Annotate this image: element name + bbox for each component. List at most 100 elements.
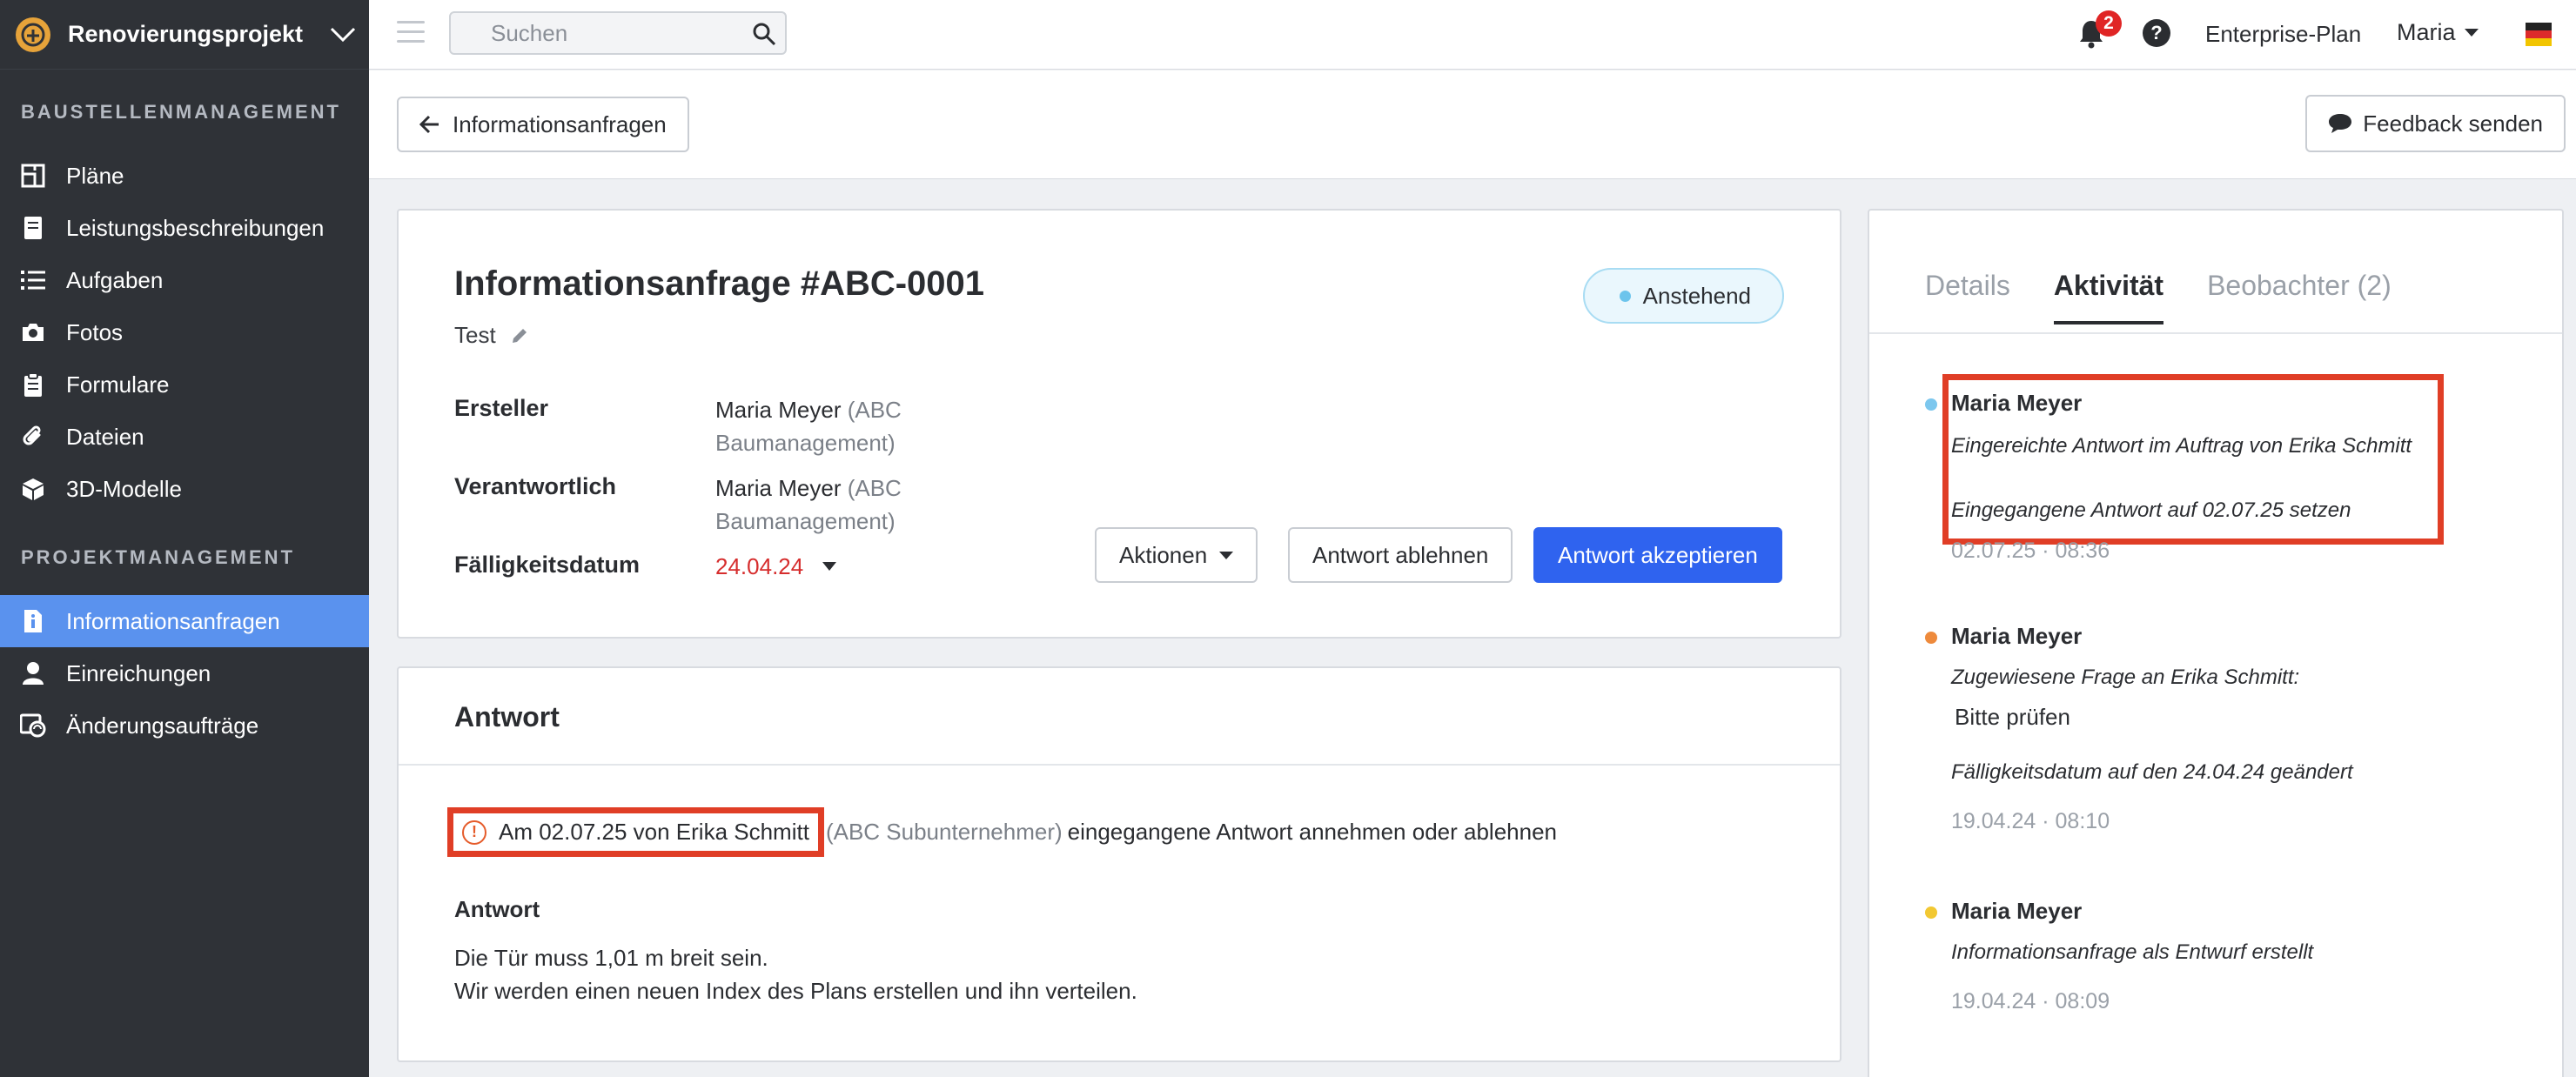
activity-question: Bitte prüfen (1955, 704, 2070, 730)
activity-panel: Details Aktivität Beobachter (2) Maria M… (1868, 209, 2564, 1077)
creator-value: Maria Meyer (ABC Baumanagement) (715, 393, 976, 459)
activity-dot-icon (1925, 632, 1937, 644)
sidebar-item-tasks[interactable]: Aufgaben (0, 254, 369, 306)
responsible-org-continued: Baumanagement) (715, 508, 896, 534)
activity-item: Maria Meyer Informationsanfrage als Entw… (1925, 898, 2491, 1014)
feedback-button-label: Feedback senden (2363, 110, 2543, 137)
search-input[interactable] (491, 19, 735, 47)
activity-time: 19.04.24 · 08:10 (1951, 809, 2110, 833)
search-box[interactable] (449, 11, 787, 55)
answer-label: Antwort (454, 896, 540, 922)
notice-highlight-text: Am 02.07.25 von Erika Schmitt (499, 819, 809, 845)
caret-down-icon (2464, 29, 2479, 37)
tab-details[interactable]: Details (1925, 270, 2010, 324)
chevron-down-icon[interactable] (317, 27, 369, 43)
sidebar-item-submittals[interactable]: Einreichungen (0, 647, 369, 699)
activity-item: Maria Meyer Zugewiesene Frage an Erika S… (1925, 623, 2491, 834)
project-switcher[interactable]: Renovierungsprojekt (0, 0, 369, 70)
activity-author: Maria Meyer (1951, 898, 2083, 924)
rfi-details-card: Informationsanfrage #ABC-0001 Test Anste… (397, 209, 1841, 639)
reject-answer-button[interactable]: Antwort ablehnen (1288, 527, 1513, 583)
due-date-label: Fälligkeitsdatum (454, 552, 641, 578)
sidebar: Renovierungsprojekt BAUSTELLENMANAGEMENT… (0, 0, 369, 1077)
answer-line: Wir werden einen neuen Index des Plans e… (454, 978, 1137, 1004)
project-management-nav: Informationsanfragen Einreichungen Änder… (0, 595, 369, 752)
creator-org-continued: Baumanagement) (715, 430, 896, 456)
user-icon (19, 659, 47, 687)
creator-name: Maria Meyer (715, 397, 842, 423)
page-title: Informationsanfrage #ABC-0001 (454, 264, 985, 303)
tab-activity[interactable]: Aktivität (2053, 270, 2164, 324)
sidebar-item-change-orders[interactable]: Änderungsaufträge (0, 699, 369, 752)
sidebar-item-photos[interactable]: Fotos (0, 306, 369, 358)
accept-answer-button[interactable]: Antwort akzeptieren (1533, 527, 1782, 583)
activity-text: Fälligkeitsdatum auf den 24.04.24 geände… (1951, 760, 2353, 784)
sidebar-item-files[interactable]: Dateien (0, 411, 369, 463)
site-management-nav: Pläne Leistungsbeschreibungen Aufgaben F… (0, 150, 369, 515)
change-order-icon (19, 712, 47, 739)
responsible-name: Maria Meyer (715, 475, 842, 501)
activity-time: 02.07.25 · 08:36 (1951, 538, 2110, 563)
due-date-value: 24.04.24 (715, 553, 804, 579)
status-dot-icon (1619, 290, 1631, 302)
cube-icon (19, 475, 47, 503)
sidebar-item-3d-models[interactable]: 3D-Modelle (0, 463, 369, 515)
sidebar-item-specifications[interactable]: Leistungsbeschreibungen (0, 202, 369, 254)
caret-down-icon (1219, 551, 1234, 559)
sidebar-item-label: 3D-Modelle (66, 475, 182, 502)
sidebar-item-label: Aufgaben (66, 266, 164, 293)
answer-text: Die Tür muss 1,01 m breit sein. Wir werd… (454, 941, 1137, 1007)
notice-rest: eingegangene Antwort annehmen oder ableh… (1067, 819, 1557, 845)
answer-notice: ! Am 02.07.25 von Erika Schmitt (ABC Sub… (447, 807, 1557, 857)
german-flag-icon[interactable] (2526, 23, 2552, 46)
list-icon (19, 266, 47, 294)
pencil-icon[interactable] (510, 326, 529, 345)
arrow-left-icon (419, 115, 439, 134)
due-date-dropdown[interactable]: 24.04.24 (715, 550, 976, 583)
plan-link[interactable]: Enterprise-Plan (2205, 21, 2361, 48)
side-tabs: Details Aktivität Beobachter (2) (1925, 270, 2435, 324)
feedback-button[interactable]: Feedback senden (2305, 95, 2566, 152)
user-menu[interactable]: Maria (2397, 19, 2479, 46)
answer-line: Die Tür muss 1,01 m breit sein. (454, 945, 768, 971)
activity-time: 19.04.24 · 08:09 (1951, 989, 2110, 1013)
notice-org: (ABC Subunternehmer) (825, 819, 1063, 845)
sidebar-item-label: Änderungsaufträge (66, 712, 259, 739)
sidebar-item-forms[interactable]: Formulare (0, 358, 369, 411)
rfi-subject-text: Test (454, 322, 496, 348)
help-icon[interactable]: ? (2143, 19, 2170, 47)
responsible-org: (ABC (847, 475, 902, 501)
warning-icon: ! (462, 819, 486, 845)
back-button-label: Informationsanfragen (453, 110, 667, 137)
activity-dot-icon (1925, 906, 1937, 919)
answer-card: Antwort ! Am 02.07.25 von Erika Schmitt … (397, 666, 1841, 1062)
notification-badge[interactable]: 2 (2096, 10, 2122, 37)
activity-text: Informationsanfrage als Entwurf erstellt (1951, 940, 2314, 964)
caret-down-icon (822, 562, 837, 571)
responsible-value: Maria Meyer (ABC Baumanagement) (715, 472, 976, 538)
speech-bubble-icon (2329, 114, 2352, 133)
menu-icon[interactable] (397, 21, 425, 45)
sidebar-item-label: Informationsanfragen (66, 607, 280, 634)
project-name: Renovierungsprojekt (68, 21, 304, 47)
back-button[interactable]: Informationsanfragen (397, 97, 689, 152)
sidebar-item-plans[interactable]: Pläne (0, 150, 369, 202)
sidebar-item-label: Leistungsbeschreibungen (66, 214, 325, 241)
responsible-label: Verantwortlich (454, 473, 617, 499)
search-icon[interactable] (752, 22, 776, 50)
activity-dot-icon (1925, 398, 1937, 411)
divider (1869, 332, 2562, 334)
clipboard-icon (19, 371, 47, 398)
book-icon (19, 214, 47, 242)
creator-label: Ersteller (454, 395, 549, 421)
tab-watchers[interactable]: Beobachter (2) (2207, 270, 2392, 324)
activity-item: Maria Meyer Eingereichte Antwort im Auft… (1925, 390, 2491, 564)
answer-card-title: Antwort (454, 701, 560, 732)
section-title-project-management: PROJEKTMANAGEMENT (21, 546, 296, 568)
actions-dropdown-button[interactable]: Aktionen (1095, 527, 1258, 583)
sidebar-item-rfis[interactable]: Informationsanfragen (0, 595, 369, 647)
notice-highlight-box: ! Am 02.07.25 von Erika Schmitt (447, 807, 824, 857)
activity-author: Maria Meyer (1951, 623, 2083, 649)
camera-icon (19, 318, 47, 346)
paperclip-icon (19, 423, 47, 451)
